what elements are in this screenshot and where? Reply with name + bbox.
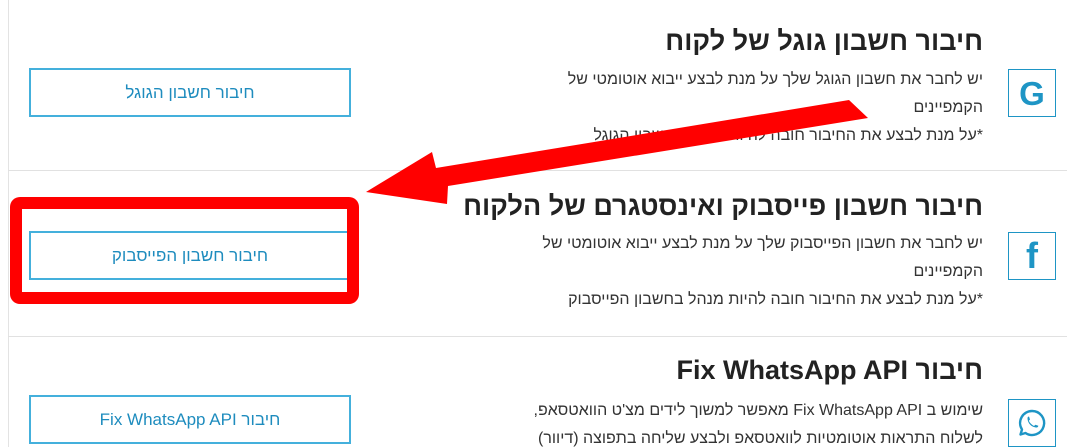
whatsapp-section-description: שימוש ב Fix WhatsApp API מאפשר למשוך ליד… — [403, 397, 983, 447]
whatsapp-connection-section: חיבור Fix WhatsApp API שימוש ב Fix Whats… — [8, 337, 1067, 447]
whatsapp-desc-line1: שימוש ב Fix WhatsApp API מאפשר למשוך ליד… — [533, 402, 983, 419]
facebook-connection-section: חיבור חשבון פייסבוק ואינסטגרם של הלקוח י… — [8, 171, 1067, 337]
whatsapp-desc-line2: לשלוח התראות אוטומטיות לוואטסאפ ולבצע של… — [538, 430, 983, 447]
google-icon: G — [1008, 69, 1056, 117]
facebook-icon-glyph: f — [1026, 235, 1038, 276]
whatsapp-icon — [1008, 399, 1056, 447]
google-admin-note: *על מנת לבצע את החיבור חובה להיות מנהל ב… — [593, 127, 983, 144]
facebook-admin-note: *על מנת לבצע את החיבור חובה להיות מנהל ב… — [568, 291, 983, 308]
google-connection-section: חיבור חשבון גוגל של לקוח יש לחבר את חשבו… — [8, 0, 1067, 171]
whatsapp-section-title: חיבור Fix WhatsApp API — [676, 355, 983, 385]
facebook-icon: f — [1008, 232, 1056, 280]
google-desc-line1: יש לחבר את חשבון הגוגל שלך על מנת לבצע י… — [567, 71, 983, 88]
google-section-title: חיבור חשבון גוגל של לקוח — [665, 26, 983, 56]
facebook-section-title: חיבור חשבון פייסבוק ואינסטגרם של הלקוח — [463, 191, 983, 221]
google-section-description: יש לחבר את חשבון הגוגל שלך על מנת לבצע י… — [403, 66, 983, 150]
integrations-page: חיבור חשבון גוגל של לקוח יש לחבר את חשבו… — [0, 0, 1067, 447]
whatsapp-icon-glyph — [1018, 409, 1046, 437]
connect-facebook-button[interactable]: חיבור חשבון הפייסבוק — [29, 231, 351, 280]
google-icon-glyph: G — [1019, 74, 1045, 112]
facebook-desc-line1: יש לחבר את חשבון הפייסבוק שלך על מנת לבצ… — [542, 235, 983, 252]
facebook-section-description: יש לחבר את חשבון הפייסבוק שלך על מנת לבצ… — [403, 230, 983, 314]
facebook-desc-line2: הקמפיינים — [913, 263, 983, 280]
connect-whatsapp-button[interactable]: חיבור Fix WhatsApp API — [29, 395, 351, 444]
google-desc-line2: הקמפיינים — [913, 99, 983, 116]
connect-google-button[interactable]: חיבור חשבון הגוגל — [29, 68, 351, 117]
